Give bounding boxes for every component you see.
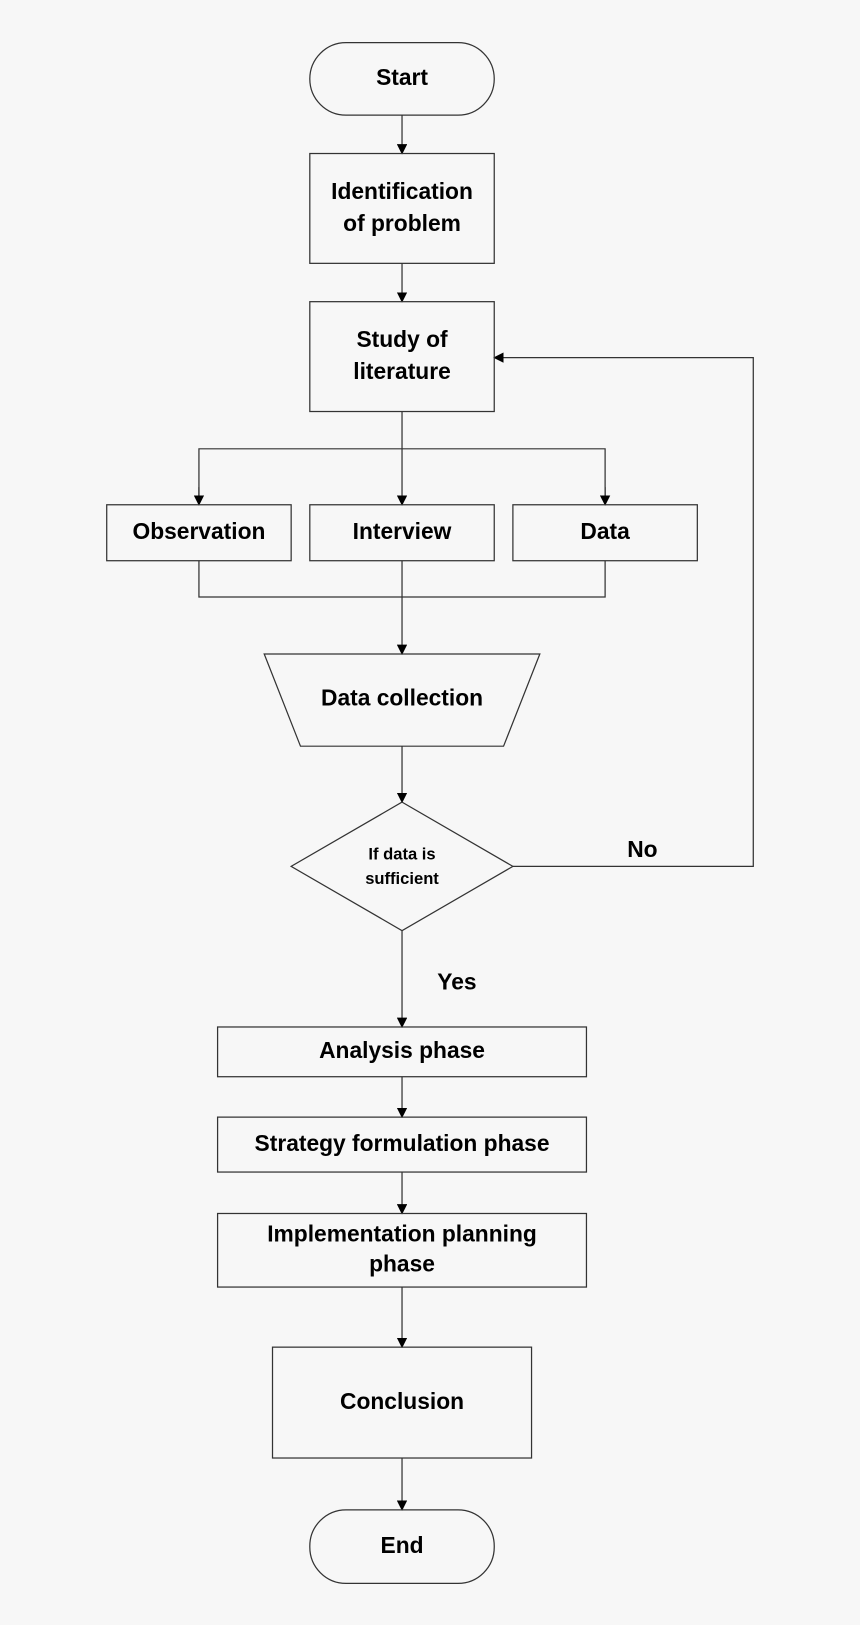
flowchart: Start Identification of problem Study of… <box>106 42 754 1585</box>
identification-label-line1: Identification <box>331 178 473 204</box>
connectors <box>193 115 754 1511</box>
data-collection-label: Data collection <box>321 685 483 711</box>
no-label: No <box>627 836 657 862</box>
decision-label-line2: sufficient <box>365 869 439 888</box>
identification-box: Identification of problem <box>309 152 495 264</box>
arrow-no-loop <box>493 352 754 868</box>
conclusion-label: Conclusion <box>340 1388 464 1414</box>
observation-label: Observation <box>132 518 265 544</box>
data-collection-trapezoid: Data collection <box>263 653 541 747</box>
start-label: Start <box>376 64 428 90</box>
yes-label: Yes <box>437 968 476 994</box>
study-label-line1: Study of <box>356 326 448 352</box>
end-terminal: End <box>309 1509 495 1585</box>
strategy-box: Strategy formulation phase <box>216 1116 588 1173</box>
study-label-line2: literature <box>353 358 451 384</box>
implementation-box: Implementation planning phase <box>216 1212 588 1288</box>
conclusion-box: Conclusion <box>271 1346 533 1459</box>
end-label: End <box>381 1532 424 1558</box>
data-box: Data <box>512 504 698 562</box>
interview-box: Interview <box>309 504 495 562</box>
implementation-label-line2: phase <box>369 1250 435 1276</box>
start-terminal: Start <box>309 42 495 116</box>
decision-diamond: If data is sufficient <box>289 801 515 932</box>
analysis-label: Analysis phase <box>319 1037 485 1063</box>
decision-label-line1: If data is <box>368 844 435 863</box>
analysis-box: Analysis phase <box>216 1026 588 1078</box>
data-label: Data <box>580 518 630 544</box>
strategy-label: Strategy formulation phase <box>255 1130 550 1156</box>
observation-box: Observation <box>106 504 292 562</box>
interview-label: Interview <box>353 518 452 544</box>
implementation-label-line1: Implementation planning <box>267 1220 537 1246</box>
study-box: Study of literature <box>309 301 495 413</box>
identification-label-line2: of problem <box>343 210 461 236</box>
